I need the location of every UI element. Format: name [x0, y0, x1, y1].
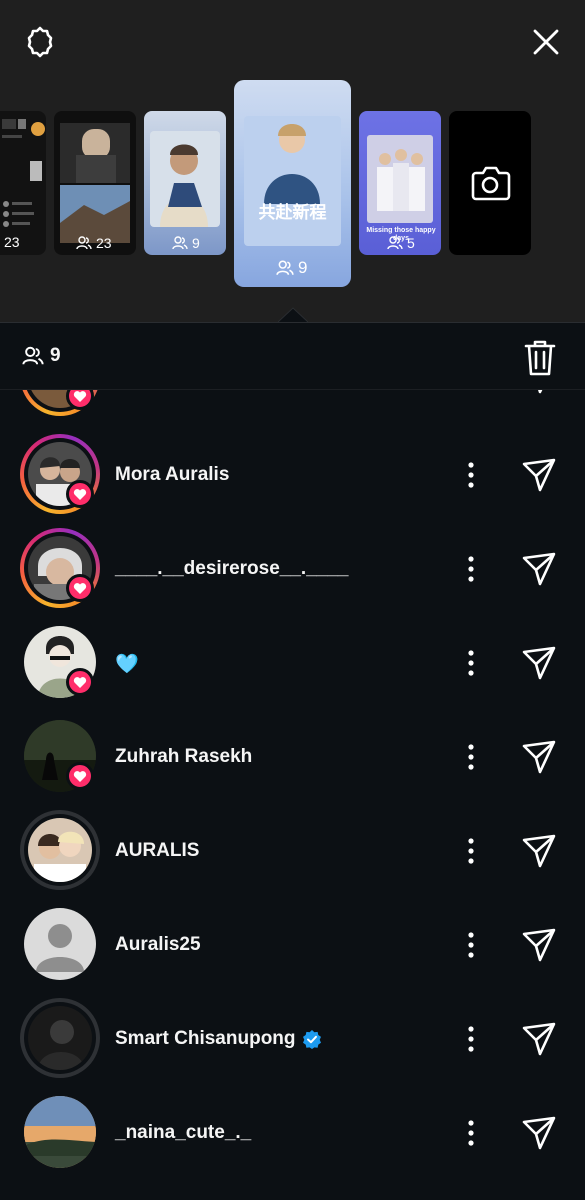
send-icon[interactable] — [520, 1020, 558, 1058]
username[interactable]: _naina_cute_._ — [115, 1122, 251, 1144]
username[interactable]: Mora Auralis — [115, 464, 229, 486]
viewers-list: Mora Auralis ____.__desirerose__.____ 🩵 — [0, 390, 585, 1200]
story-view-count: 9 — [172, 235, 200, 251]
list-item[interactable]: ____.__desirerose__.____ — [0, 524, 585, 618]
viewers-icon — [76, 236, 92, 250]
send-icon[interactable] — [520, 456, 558, 494]
avatar[interactable] — [20, 998, 100, 1078]
heart-icon — [66, 480, 94, 508]
avatar[interactable] — [20, 390, 100, 416]
more-options-icon[interactable] — [458, 458, 484, 492]
more-options-icon[interactable] — [458, 552, 484, 586]
username[interactable]: Smart Chisanupong — [115, 1028, 296, 1050]
viewers-icon — [172, 236, 188, 250]
default-avatar-icon — [36, 924, 84, 972]
view-count: 9 — [298, 258, 308, 277]
list-item[interactable]: Auralis25 — [0, 900, 585, 994]
view-count: 5 — [407, 235, 415, 251]
delete-story-button[interactable] — [521, 338, 559, 378]
username[interactable]: 🩵 — [115, 652, 139, 676]
view-count: 23 — [96, 235, 112, 251]
selection-pointer — [278, 307, 308, 322]
username[interactable]: AURALIS — [115, 840, 199, 862]
close-icon — [533, 29, 559, 55]
list-item[interactable] — [0, 390, 585, 426]
story-photo — [244, 116, 341, 246]
send-icon[interactable] — [520, 1114, 558, 1152]
story-tray: 23 23 9 共赴新程 9 Missing those happy days … — [0, 0, 585, 322]
trash-icon — [524, 340, 556, 376]
gear-icon — [27, 26, 53, 58]
heart-icon — [66, 762, 94, 790]
avatar[interactable] — [20, 810, 100, 890]
send-icon[interactable] — [520, 390, 558, 396]
list-item[interactable]: Zuhrah Rasekh — [0, 712, 585, 806]
more-options-icon[interactable] — [458, 1022, 484, 1056]
send-icon[interactable] — [520, 550, 558, 588]
story-thumbnail[interactable]: 23 — [0, 111, 46, 255]
view-count: 9 — [192, 235, 200, 251]
add-story-button[interactable] — [449, 111, 531, 255]
send-icon[interactable] — [520, 832, 558, 870]
viewers-bar: 9 — [0, 322, 585, 390]
avatar[interactable] — [20, 716, 100, 796]
viewers-icon — [22, 346, 44, 365]
avatar[interactable] — [20, 528, 100, 608]
story-caption: 共赴新程 — [258, 203, 327, 223]
story-view-count: 23 — [4, 234, 20, 250]
viewers-icon — [387, 236, 403, 250]
avatar[interactable] — [20, 434, 100, 514]
viewer-count-value: 9 — [50, 345, 61, 366]
username[interactable]: Auralis25 — [115, 934, 201, 956]
story-thumbnail[interactable]: 9 — [144, 111, 226, 255]
story-thumbnail-selected[interactable]: 共赴新程 9 — [234, 80, 351, 287]
more-options-icon[interactable] — [458, 834, 484, 868]
more-options-icon[interactable] — [458, 740, 484, 774]
username[interactable]: ____.__desirerose__.____ — [115, 558, 348, 580]
list-item[interactable]: _naina_cute_._ — [0, 1088, 585, 1182]
close-button[interactable] — [526, 22, 566, 62]
list-item[interactable]: Mora Auralis — [0, 430, 585, 524]
view-count: 23 — [4, 234, 20, 250]
camera-icon — [471, 166, 511, 201]
avatar[interactable] — [20, 1092, 100, 1172]
story-photo — [150, 131, 220, 227]
viewer-count: 9 — [22, 345, 61, 367]
send-icon[interactable] — [520, 738, 558, 776]
list-item[interactable]: 🩵 — [0, 618, 585, 712]
avatar[interactable] — [20, 904, 100, 984]
story-view-count: 5 — [387, 235, 415, 251]
list-item[interactable]: AURALIS — [0, 806, 585, 900]
heart-icon — [66, 574, 94, 602]
story-thumbnail[interactable]: 23 — [54, 111, 136, 255]
viewers-icon — [276, 260, 294, 275]
username[interactable]: Zuhrah Rasekh — [115, 746, 252, 768]
more-options-icon[interactable] — [458, 928, 484, 962]
story-thumbnail[interactable]: Missing those happy days 5 — [359, 111, 441, 255]
avatar[interactable] — [20, 622, 100, 702]
more-options-icon[interactable] — [458, 646, 484, 680]
verified-badge-icon — [302, 1030, 321, 1049]
list-item[interactable]: Smart Chisanupong — [0, 994, 585, 1088]
story-view-count: 9 — [276, 258, 307, 278]
send-icon[interactable] — [520, 644, 558, 682]
more-options-icon[interactable] — [458, 390, 484, 394]
settings-button[interactable] — [20, 22, 60, 62]
more-options-icon[interactable] — [458, 1116, 484, 1150]
send-icon[interactable] — [520, 926, 558, 964]
username-with-badge[interactable]: Smart Chisanupong — [115, 1028, 322, 1050]
heart-icon — [66, 668, 94, 696]
story-view-count: 23 — [76, 235, 112, 251]
story-photo — [60, 123, 130, 243]
